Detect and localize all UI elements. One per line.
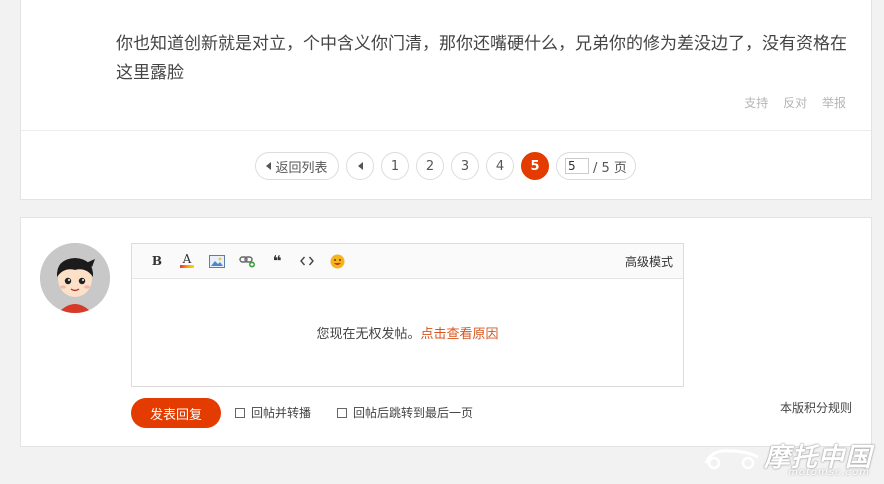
jump-last-option[interactable]: 回帖后跳转到最后一页 — [337, 404, 473, 421]
back-to-list-button[interactable]: 返回列表 — [255, 152, 339, 180]
caret-left-icon — [357, 162, 363, 170]
editor-body[interactable]: 您现在无权发帖。 点击查看原因 — [132, 279, 683, 386]
reply-panel: B A ❝ 高级模式 您现在无权发帖。 点击查看原因 发表回复 回帖并转播 回帖… — [20, 217, 872, 447]
font-color-button[interactable]: A — [178, 253, 196, 269]
post-content: 你也知道创新就是对立，个中含义你门清，那你还嘴硬什么，兄弟你的修为差没边了，没有… — [116, 34, 847, 83]
editor-toolbar: B A ❝ 高级模式 — [132, 244, 683, 279]
font-color-icon: A — [182, 252, 192, 266]
emoji-button[interactable] — [328, 253, 346, 269]
support-link[interactable]: 支持 — [744, 96, 768, 110]
report-link[interactable]: 举报 — [822, 96, 846, 110]
divider — [21, 130, 871, 131]
bold-button[interactable]: B — [148, 253, 166, 269]
link-button[interactable] — [238, 253, 256, 269]
watermark-en: motomsc.com — [788, 467, 870, 478]
view-reason-link[interactable]: 点击查看原因 — [421, 323, 499, 342]
smiley-icon — [330, 254, 344, 268]
motorcycle-logo-icon — [704, 449, 759, 470]
points-rules-link[interactable]: 本版积分规则 — [780, 399, 852, 416]
site-watermark: 摩托中国 motomsc.com — [702, 437, 872, 479]
page-2-button[interactable]: 2 — [416, 152, 444, 180]
repost-option[interactable]: 回帖并转播 — [235, 404, 311, 421]
page-5-button-current[interactable]: 5 — [521, 152, 549, 180]
prev-page-button[interactable] — [346, 152, 374, 180]
post-actions: 支持 反对 举报 — [733, 94, 846, 111]
page-3-button[interactable]: 3 — [451, 152, 479, 180]
avatar — [40, 243, 110, 313]
image-icon — [209, 254, 225, 268]
repost-checkbox[interactable] — [235, 407, 245, 418]
quote-button[interactable]: ❝ — [268, 252, 286, 270]
reply-editor: B A ❝ 高级模式 您现在无权发帖。 点击查看原因 — [131, 243, 684, 387]
jump-last-label: 回帖后跳转到最后一页 — [353, 406, 474, 420]
repost-label: 回帖并转播 — [251, 406, 312, 420]
color-bar — [180, 265, 194, 268]
code-button[interactable] — [298, 253, 316, 269]
image-button[interactable] — [208, 253, 226, 269]
page-jump: / 5 页 — [556, 152, 636, 180]
jump-last-checkbox[interactable] — [337, 407, 347, 418]
page-jump-input[interactable] — [565, 158, 589, 174]
link-icon — [238, 256, 255, 268]
post-panel: 你也知道创新就是对立，个中含义你门清，那你还嘴硬什么，兄弟你的修为差没边了，没有… — [20, 0, 872, 200]
code-icon — [300, 256, 314, 266]
cartoon-avatar-icon — [40, 243, 110, 313]
no-permission-notice: 您现在无权发帖。 — [316, 327, 421, 342]
submit-reply-button[interactable]: 发表回复 — [131, 398, 221, 428]
page-4-button[interactable]: 4 — [486, 152, 514, 180]
page-1-button[interactable]: 1 — [381, 152, 409, 180]
pagination: 返回列表 1 2 3 4 5 / 5 页 — [255, 151, 643, 181]
caret-left-icon — [266, 162, 272, 170]
oppose-link[interactable]: 反对 — [783, 96, 807, 110]
page-total-label: / 5 页 — [593, 160, 627, 176]
advanced-mode-link[interactable]: 高级模式 — [625, 253, 673, 270]
back-to-list-label: 返回列表 — [275, 160, 328, 176]
